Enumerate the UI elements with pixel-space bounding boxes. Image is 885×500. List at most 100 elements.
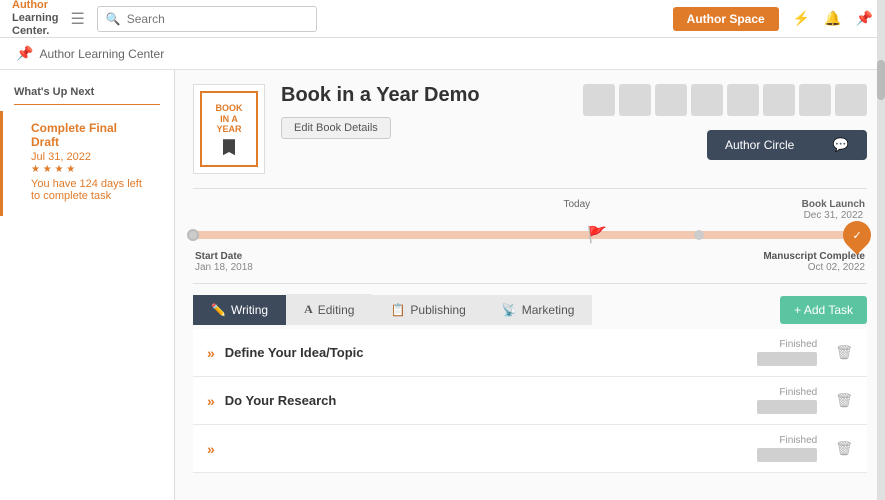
progress-bar-2: [757, 400, 817, 414]
sidebar-task-name: Complete Final Draft: [17, 117, 160, 151]
header: Author Learning Center. ☰ 🔍 Author Space…: [0, 0, 885, 38]
bell-icon[interactable]: 🔔: [824, 10, 841, 27]
timeline-track: 🚩 ✓: [193, 225, 867, 245]
timeline-bar: 🚩 ✓: [193, 231, 867, 239]
book-cover: BOOK IN A YEAR: [193, 84, 265, 174]
main-layout: What's Up Next Complete Final Draft Jul …: [0, 70, 885, 500]
search-bar: 🔍: [97, 6, 317, 32]
logo-line1: Author: [12, 0, 58, 12]
sidebar-item-task[interactable]: Complete Final Draft Jul 31, 2022 ★ ★ ★ …: [0, 111, 174, 216]
author-circle-button[interactable]: Author Circle 💬: [707, 130, 867, 160]
hamburger-icon[interactable]: ☰: [70, 9, 84, 29]
timeline-end-marker: ✓: [843, 221, 871, 249]
end-date-info: Manuscript Complete Oct 02, 2022: [763, 251, 865, 273]
book-cover-inner: BOOK IN A YEAR: [200, 91, 258, 167]
editing-tab-icon: A: [304, 302, 313, 317]
main-content: BOOK IN A YEAR Book in a Year Demo Edit …: [175, 70, 885, 500]
task-finished-3: Finished: [757, 435, 817, 462]
placeholder-icon-4: [691, 84, 723, 116]
sidebar: What's Up Next Complete Final Draft Jul …: [0, 70, 175, 500]
task-name-2: Do Your Research: [225, 393, 747, 408]
book-cover-title-line1: BOOK: [216, 103, 243, 114]
delete-icon-1[interactable]: 🗑: [835, 344, 853, 361]
progress-bar-3: [757, 448, 817, 462]
placeholder-icon-2: [619, 84, 651, 116]
finished-label-3: Finished: [757, 435, 817, 446]
progress-bar-1: [757, 352, 817, 366]
task-rows: » Define Your Idea/Topic Finished 🗑 » Do…: [193, 329, 867, 473]
logo-line3: Center.: [12, 25, 58, 38]
placeholder-icon-6: [763, 84, 795, 116]
tab-writing[interactable]: ✏️ Writing: [193, 295, 286, 325]
book-launch-date: Dec 31, 2022: [802, 210, 865, 221]
end-date-label: Manuscript Complete: [763, 251, 865, 262]
sidebar-task-date: Jul 31, 2022: [17, 151, 160, 163]
breadcrumb: 📌 Author Learning Center: [0, 38, 885, 70]
placeholder-icon-7: [799, 84, 831, 116]
chevron-right-icon: »: [207, 345, 215, 361]
tabs-bar: ✏️ Writing A Editing 📋 Publishing 📡 Mark…: [193, 294, 867, 325]
table-row[interactable]: » Do Your Research Finished 🗑: [193, 377, 867, 425]
end-date: Oct 02, 2022: [763, 262, 865, 273]
book-launch-info: Book Launch Dec 31, 2022: [802, 199, 865, 221]
search-icon: 🔍: [106, 12, 121, 26]
breadcrumb-icon: 📌: [16, 45, 33, 62]
timeline-start-circle: [187, 229, 199, 241]
book-cover-bookmark: [223, 139, 235, 155]
task-finished-1: Finished: [757, 339, 817, 366]
start-date-label: Start Date: [195, 251, 253, 262]
timeline-labels: Today Book Launch Dec 31, 2022: [193, 199, 867, 221]
checkmark-icon: ✓: [852, 229, 861, 242]
scrollbar-thumb[interactable]: [877, 60, 885, 100]
placeholder-icons: [583, 84, 867, 116]
marketing-tab-icon: 📡: [502, 303, 517, 317]
today-label: Today: [564, 199, 591, 221]
author-space-button[interactable]: Author Space: [673, 7, 779, 31]
flag-icon: 🚩: [587, 225, 607, 245]
table-row[interactable]: » Finished 🗑: [193, 425, 867, 473]
timeline-section: Today Book Launch Dec 31, 2022 🚩 ✓: [193, 188, 867, 284]
tab-writing-label: Writing: [231, 303, 268, 317]
header-right: Author Space ⚡ 🔔 📌: [673, 7, 873, 31]
chat-icon: 💬: [833, 137, 849, 153]
book-title: Book in a Year Demo: [281, 84, 567, 107]
sidebar-task-desc: You have 124 days left to complete task: [17, 176, 160, 210]
publishing-tab-icon: 📋: [390, 303, 405, 317]
edit-book-details-button[interactable]: Edit Book Details: [281, 117, 391, 139]
chevron-right-icon-2: »: [207, 393, 215, 409]
book-cover-title-line3: YEAR: [216, 124, 241, 135]
add-task-label: + Add Task: [794, 303, 853, 317]
chevron-right-icon-3: »: [207, 441, 215, 457]
finished-label-2: Finished: [757, 387, 817, 398]
book-header: BOOK IN A YEAR Book in a Year Demo Edit …: [193, 84, 867, 174]
search-input[interactable]: [127, 12, 308, 26]
delete-icon-2[interactable]: 🗑: [835, 392, 853, 409]
book-info: Book in a Year Demo Edit Book Details: [281, 84, 567, 139]
sidebar-section-title: What's Up Next: [0, 80, 174, 102]
start-date: Jan 18, 2018: [195, 262, 253, 273]
scrollbar[interactable]: [877, 0, 885, 500]
placeholder-icon-5: [727, 84, 759, 116]
start-date-info: Start Date Jan 18, 2018: [195, 251, 253, 273]
placeholder-icon-8: [835, 84, 867, 116]
author-circle-label: Author Circle: [725, 138, 794, 152]
lightning-icon[interactable]: ⚡: [793, 10, 810, 27]
writing-tab-icon: ✏️: [211, 303, 226, 317]
breadcrumb-text[interactable]: Author Learning Center: [39, 47, 164, 61]
sidebar-task-stars: ★ ★ ★ ★: [17, 163, 160, 176]
logo: Author Learning Center.: [12, 0, 58, 38]
timeline-dates: Start Date Jan 18, 2018 Manuscript Compl…: [193, 251, 867, 273]
tab-publishing[interactable]: 📋 Publishing: [372, 295, 483, 325]
add-task-button[interactable]: + Add Task: [780, 296, 867, 324]
table-row[interactable]: » Define Your Idea/Topic Finished 🗑: [193, 329, 867, 377]
book-launch-label: Book Launch: [802, 199, 865, 210]
delete-icon-3[interactable]: 🗑: [835, 440, 853, 457]
tab-editing[interactable]: A Editing: [286, 294, 372, 325]
task-finished-2: Finished: [757, 387, 817, 414]
tab-marketing[interactable]: 📡 Marketing: [484, 295, 593, 325]
finished-label-1: Finished: [757, 339, 817, 350]
book-right-panel: Author Circle 💬: [583, 84, 867, 160]
tab-editing-label: Editing: [318, 303, 355, 317]
logo-line2: Learning: [12, 12, 58, 25]
location-icon[interactable]: 📌: [856, 10, 873, 27]
